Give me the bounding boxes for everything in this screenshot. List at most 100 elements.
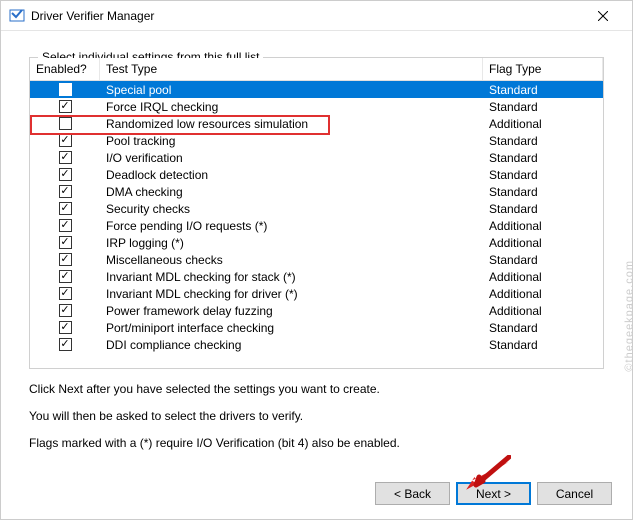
- table-row[interactable]: Invariant MDL checking for stack (*)Addi…: [30, 268, 603, 285]
- table-row[interactable]: Force IRQL checkingStandard: [30, 98, 603, 115]
- cell-enabled: [30, 253, 100, 266]
- cell-enabled: [30, 236, 100, 249]
- cell-testtype: DDI compliance checking: [100, 338, 483, 352]
- info-line-2: You will then be asked to select the dri…: [29, 408, 604, 425]
- cell-flagtype: Standard: [483, 100, 603, 114]
- cell-testtype: IRP logging (*): [100, 236, 483, 250]
- cell-testtype: Port/miniport interface checking: [100, 321, 483, 335]
- table-row[interactable]: IRP logging (*)Additional: [30, 234, 603, 251]
- cell-testtype: Force pending I/O requests (*): [100, 219, 483, 233]
- enable-checkbox[interactable]: [59, 270, 72, 283]
- cell-flagtype: Additional: [483, 236, 603, 250]
- cell-testtype: Invariant MDL checking for driver (*): [100, 287, 483, 301]
- settings-listview[interactable]: Enabled? Test Type Flag Type Special poo…: [30, 58, 603, 368]
- cell-testtype: Deadlock detection: [100, 168, 483, 182]
- cell-enabled: [30, 168, 100, 181]
- next-button[interactable]: Next >: [456, 482, 531, 505]
- enable-checkbox[interactable]: [59, 117, 72, 130]
- close-button[interactable]: [582, 2, 624, 30]
- cell-flagtype: Additional: [483, 270, 603, 284]
- table-row[interactable]: Security checksStandard: [30, 200, 603, 217]
- table-row[interactable]: DDI compliance checkingStandard: [30, 336, 603, 353]
- cell-flagtype: Standard: [483, 253, 603, 267]
- info-line-3: Flags marked with a (*) require I/O Veri…: [29, 435, 604, 452]
- enable-checkbox[interactable]: [59, 100, 72, 113]
- cell-enabled: [30, 185, 100, 198]
- cell-enabled: [30, 151, 100, 164]
- table-row[interactable]: Special poolStandard: [30, 81, 603, 98]
- cell-flagtype: Additional: [483, 219, 603, 233]
- cell-enabled: [30, 83, 100, 96]
- table-row[interactable]: Randomized low resources simulationAddit…: [30, 115, 603, 132]
- cell-testtype: Security checks: [100, 202, 483, 216]
- listview-header: Enabled? Test Type Flag Type: [30, 58, 603, 81]
- cell-flagtype: Additional: [483, 287, 603, 301]
- cell-enabled: [30, 134, 100, 147]
- cell-enabled: [30, 117, 100, 130]
- cell-testtype: DMA checking: [100, 185, 483, 199]
- enable-checkbox[interactable]: [59, 219, 72, 232]
- enable-checkbox[interactable]: [59, 304, 72, 317]
- cell-testtype: Force IRQL checking: [100, 100, 483, 114]
- cell-testtype: Invariant MDL checking for stack (*): [100, 270, 483, 284]
- cell-flagtype: Standard: [483, 134, 603, 148]
- button-row: < Back Next > Cancel: [375, 482, 612, 505]
- watermark: ©thegeekpage.com: [624, 260, 633, 372]
- cell-enabled: [30, 338, 100, 351]
- table-row[interactable]: Pool trackingStandard: [30, 132, 603, 149]
- cell-enabled: [30, 100, 100, 113]
- cell-enabled: [30, 270, 100, 283]
- table-row[interactable]: Invariant MDL checking for driver (*)Add…: [30, 285, 603, 302]
- table-row[interactable]: Miscellaneous checksStandard: [30, 251, 603, 268]
- info-text: Click Next after you have selected the s…: [29, 381, 604, 451]
- cell-flagtype: Standard: [483, 168, 603, 182]
- driver-verifier-window: Driver Verifier Manager Select individua…: [0, 0, 633, 520]
- enable-checkbox[interactable]: [59, 134, 72, 147]
- enable-checkbox[interactable]: [59, 338, 72, 351]
- enable-checkbox[interactable]: [59, 151, 72, 164]
- cell-flagtype: Standard: [483, 151, 603, 165]
- titlebar: Driver Verifier Manager: [1, 1, 632, 31]
- window-title: Driver Verifier Manager: [31, 9, 582, 23]
- table-row[interactable]: Port/miniport interface checkingStandard: [30, 319, 603, 336]
- cancel-button[interactable]: Cancel: [537, 482, 612, 505]
- enable-checkbox[interactable]: [59, 202, 72, 215]
- cell-flagtype: Standard: [483, 202, 603, 216]
- table-row[interactable]: Power framework delay fuzzingAdditional: [30, 302, 603, 319]
- cell-enabled: [30, 321, 100, 334]
- enable-checkbox[interactable]: [59, 185, 72, 198]
- column-enabled[interactable]: Enabled?: [30, 58, 100, 80]
- enable-checkbox[interactable]: [59, 168, 72, 181]
- cell-enabled: [30, 304, 100, 317]
- settings-groupbox: Select individual settings from this ful…: [29, 57, 604, 369]
- enable-checkbox[interactable]: [59, 287, 72, 300]
- cell-flagtype: Standard: [483, 321, 603, 335]
- cell-testtype: Miscellaneous checks: [100, 253, 483, 267]
- content-area: Select individual settings from this ful…: [1, 31, 632, 471]
- table-row[interactable]: Deadlock detectionStandard: [30, 166, 603, 183]
- cell-testtype: Power framework delay fuzzing: [100, 304, 483, 318]
- enable-checkbox[interactable]: [59, 236, 72, 249]
- back-button[interactable]: < Back: [375, 482, 450, 505]
- cell-flagtype: Standard: [483, 338, 603, 352]
- cell-flagtype: Additional: [483, 117, 603, 131]
- cell-enabled: [30, 219, 100, 232]
- cell-testtype: Special pool: [100, 83, 483, 97]
- cell-testtype: Pool tracking: [100, 134, 483, 148]
- cell-flagtype: Standard: [483, 185, 603, 199]
- cell-flagtype: Standard: [483, 83, 603, 97]
- enable-checkbox[interactable]: [59, 253, 72, 266]
- column-flagtype[interactable]: Flag Type: [483, 58, 603, 80]
- table-row[interactable]: Force pending I/O requests (*)Additional: [30, 217, 603, 234]
- cell-enabled: [30, 202, 100, 215]
- column-testtype[interactable]: Test Type: [100, 58, 483, 80]
- cell-enabled: [30, 287, 100, 300]
- table-row[interactable]: I/O verificationStandard: [30, 149, 603, 166]
- cell-testtype: I/O verification: [100, 151, 483, 165]
- table-row[interactable]: DMA checkingStandard: [30, 183, 603, 200]
- enable-checkbox[interactable]: [59, 83, 72, 96]
- app-icon: [9, 8, 25, 24]
- enable-checkbox[interactable]: [59, 321, 72, 334]
- cell-flagtype: Additional: [483, 304, 603, 318]
- cell-testtype: Randomized low resources simulation: [100, 117, 483, 131]
